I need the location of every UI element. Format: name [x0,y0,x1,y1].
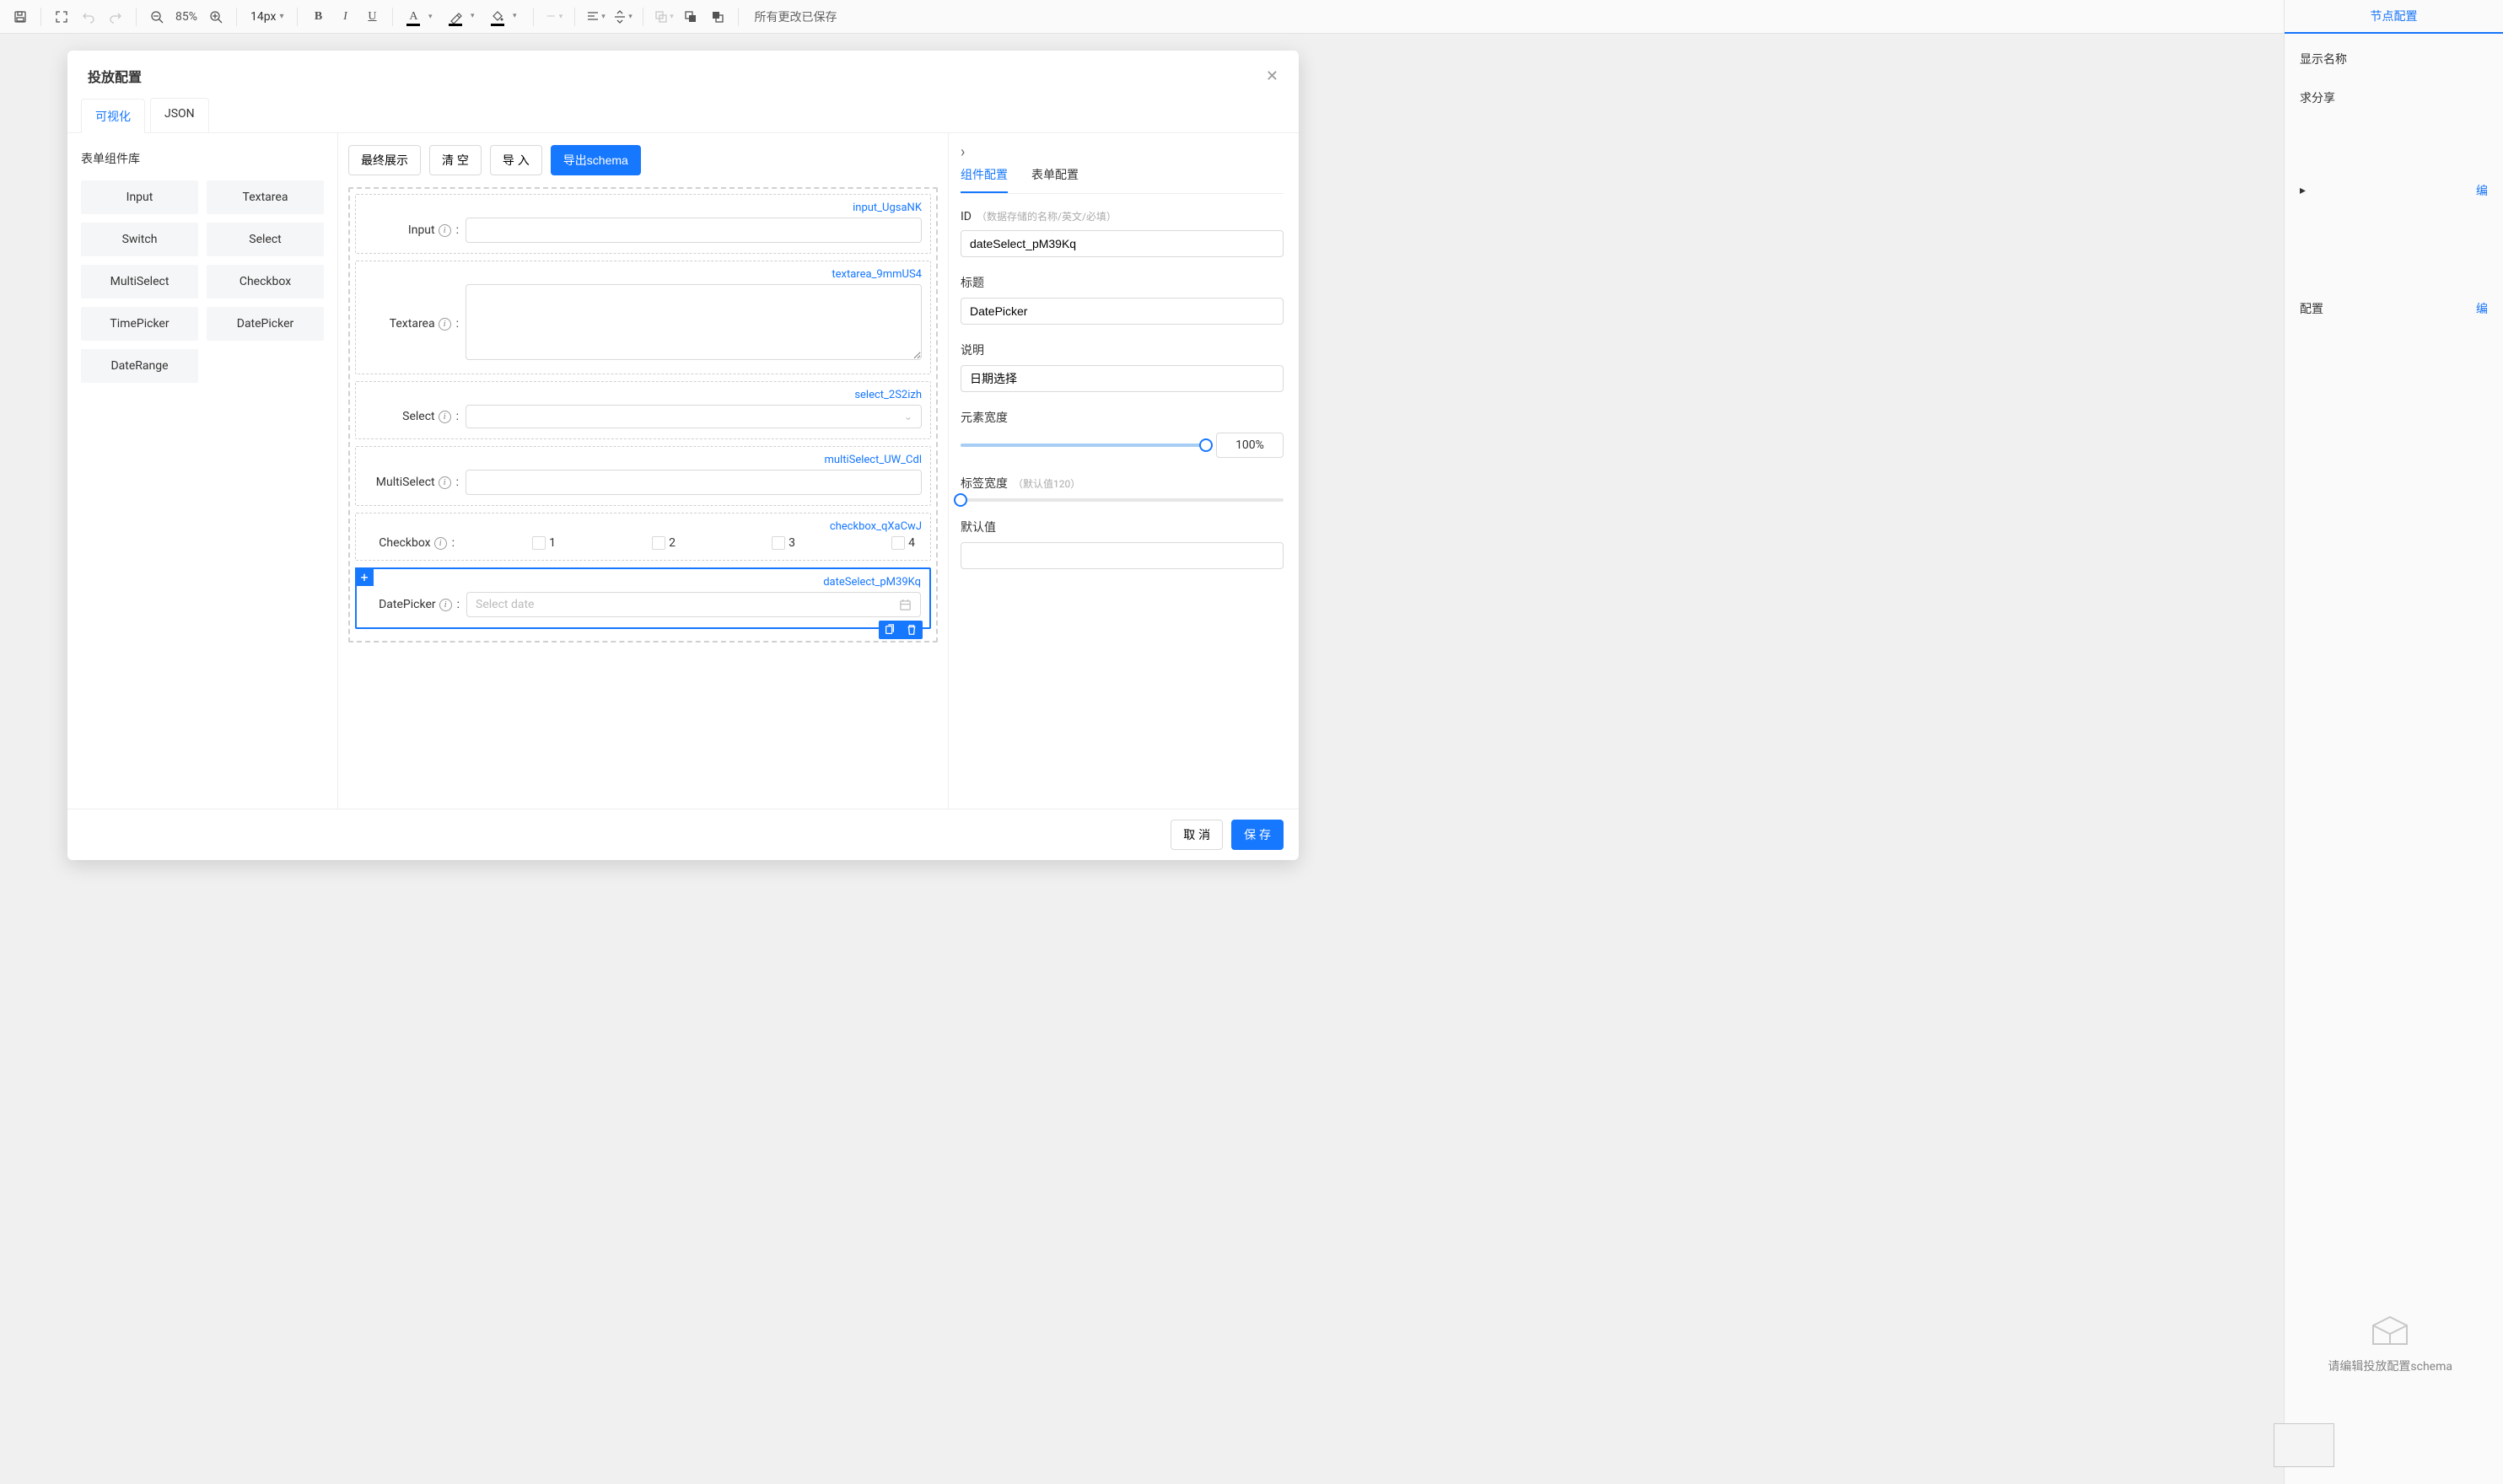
component-chip-input[interactable]: Input [81,180,198,214]
info-icon: i [439,318,451,331]
component-id-label: input_UgsaNK [364,202,922,214]
width-label: 元素宽度 [961,409,1008,426]
component-chip-datepicker[interactable]: DatePicker [207,307,324,341]
delete-icon[interactable] [901,621,923,639]
tab-component-config[interactable]: 组件配置 [961,166,1008,193]
close-icon[interactable]: ✕ [1266,67,1278,85]
checkbox-option[interactable]: 4 [821,536,922,550]
checkbox-option[interactable]: 2 [581,536,682,550]
default-label: 默认值 [961,519,996,535]
checkbox-option[interactable]: 3 [701,536,802,550]
label-width-slider[interactable] [961,498,1284,502]
preview-button[interactable]: 最终展示 [348,145,421,175]
canvas-item-input[interactable]: multiSelect_UW_Cdl MultiSelect i: [355,446,931,506]
calendar-icon [899,599,912,611]
checkbox-option[interactable]: 1 [461,536,563,550]
plus-icon[interactable]: + [355,567,374,586]
desc-input[interactable] [961,365,1284,392]
component-chip-select[interactable]: Select [207,223,324,256]
copy-icon[interactable] [879,621,901,639]
component-id-label: multiSelect_UW_Cdl [364,454,922,466]
config-pane: › 组件配置 表单配置 ID （数据存储的名称/英文/必填） 标题 说明 元素宽度 [949,133,1299,809]
form-component-library: 表单组件库 Input Textarea Switch Select MultiSele… [67,133,337,809]
canvas-item-date[interactable]: +dateSelect_pM39Kq DatePicker i:Select da… [355,567,931,629]
width-slider[interactable] [961,444,1206,447]
chevron-right-icon[interactable]: › [961,143,1284,161]
cancel-button[interactable]: 取 消 [1171,820,1223,850]
canvas-item-checkbox[interactable]: checkbox_qXaCwJ Checkbox i:1 2 3 4 [355,513,931,561]
canvas-item-input[interactable]: input_UgsaNK Input i: [355,194,931,254]
default-input[interactable] [961,542,1284,569]
datepicker-input[interactable]: Select date [466,592,921,617]
component-chip-switch[interactable]: Switch [81,223,198,256]
tab-json[interactable]: JSON [150,98,209,132]
title-label: 标题 [961,274,984,291]
canvas-pane: 最终展示 清 空 导 入 导出schema input_UgsaNK Input … [337,133,949,809]
input-input[interactable] [466,218,922,243]
component-chip-textarea[interactable]: Textarea [207,180,324,214]
save-button[interactable]: 保 存 [1231,820,1284,850]
component-id-label: dateSelect_pM39Kq [365,576,921,589]
field-label: Textarea i: [364,317,466,331]
label-width-hint: （默认值120） [1013,476,1080,491]
component-chip-checkbox[interactable]: Checkbox [207,265,324,298]
info-icon: i [434,537,447,550]
clear-button[interactable]: 清 空 [429,145,482,175]
tab-form-config[interactable]: 表单配置 [1031,166,1079,193]
textarea-input[interactable] [466,284,922,360]
select-input[interactable]: ⌄ [466,405,922,428]
component-id-label: textarea_9mmUS4 [364,268,922,281]
field-label: Select i: [364,410,466,423]
component-id-label: select_2S2izh [364,389,922,401]
component-chip-timepicker[interactable]: TimePicker [81,307,198,341]
field-label: Checkbox i: [364,536,461,550]
field-label: MultiSelect i: [364,476,466,489]
width-value: 100% [1216,433,1284,458]
component-chip-daterange[interactable]: DateRange [81,349,198,383]
modal-footer: 取 消 保 存 [67,809,1299,860]
field-label: Input i: [364,223,466,237]
info-icon: i [439,476,451,489]
canvas-list[interactable]: input_UgsaNK Input i: textarea_9mmUS4 Texta… [348,187,938,643]
id-hint: （数据存储的名称/英文/必填） [977,209,1117,223]
import-button[interactable]: 导 入 [490,145,542,175]
component-chip-multiselect[interactable]: MultiSelect [81,265,198,298]
canvas-toolbar: 最终展示 清 空 导 入 导出schema [338,133,948,187]
desc-label: 说明 [961,341,984,358]
modal-title: 投放配置 [88,66,142,86]
label-width-label: 标签宽度 [961,475,1008,492]
info-icon: i [439,411,451,423]
component-id-label: checkbox_qXaCwJ [364,520,922,533]
modal-tabs: 可视化 JSON [67,98,1299,133]
multiselect-input[interactable] [466,470,922,495]
canvas-item-select[interactable]: select_2S2izh Select i: ⌄ [355,381,931,439]
field-label: DatePicker i: [365,598,466,611]
export-button[interactable]: 导出schema [551,145,641,175]
chevron-down-icon: ⌄ [904,411,912,422]
canvas-item-textarea[interactable]: textarea_9mmUS4 Textarea i: [355,261,931,374]
tab-visual[interactable]: 可视化 [81,99,145,133]
info-icon: i [439,224,451,237]
form-library-title: 表单组件库 [81,150,324,167]
config-modal: 投放配置 ✕ 可视化 JSON 表单组件库 Input Textarea Switc… [67,51,1299,860]
id-label: ID [961,210,972,223]
id-input[interactable] [961,230,1284,257]
title-input[interactable] [961,298,1284,325]
info-icon: i [439,599,452,611]
